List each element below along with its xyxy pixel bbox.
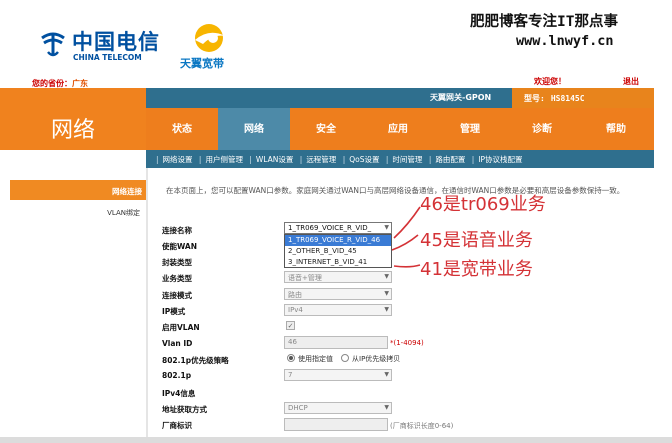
bottom-edge [0,437,672,443]
subnav-separator: | [198,155,202,164]
section-title: 网络 [50,118,95,143]
annotation-voice: 45是语音业务 [420,230,533,251]
tab-status[interactable]: 状态 [146,108,218,150]
annotation-tr069: 46是tr069业务 [420,194,546,215]
label-vendor-id: 厂商标识 [162,421,192,430]
subnav-wlan[interactable]: WLAN设置 [256,155,294,164]
subnav-qos[interactable]: QoS设置 [349,155,379,164]
subnav-separator: | [385,155,389,164]
subnav-remote[interactable]: 远程管理 [306,155,336,164]
tab-network[interactable]: 网络 [218,108,290,150]
china-telecom-en-name: CHINA TELECOM [73,53,142,62]
vlan-id-input[interactable]: 46 [284,336,388,349]
addr-mode-select[interactable]: DHCP [284,402,392,414]
china-telecom-cn-name: 中国电信 [72,29,160,54]
label-priority-policy: 802.1p优先级策略 [162,356,229,365]
tab-management[interactable]: 管理 [434,108,506,150]
ip-mode-select[interactable]: IPv4 [284,304,392,316]
tab-apps[interactable]: 应用 [362,108,434,150]
sub-nav: | 网络设置 | 用户侧管理 | WLAN设置 | 远程管理 | QoS设置 | 时间管理 … [146,150,654,168]
subnav-ip-stack[interactable]: IP协议栈配置 [478,155,522,164]
label-priority: 802.1p [162,371,192,380]
china-telecom-logo-icon [41,32,65,57]
province-value: 广东 [72,79,88,88]
conn-mode-select[interactable]: 路由 [284,288,392,300]
label-encap-type: 封装类型 [162,258,192,267]
sidebar-item-vlan-binding[interactable]: VLAN绑定 [10,208,140,218]
subnav-separator: | [471,155,475,164]
service-type-select[interactable]: 语音+管理 [284,271,392,283]
subnav-time[interactable]: 时间管理 [392,155,422,164]
priority-select[interactable]: 7 [284,369,392,381]
connection-name-select[interactable]: 1_TR069_VOICE_R_VID_ [284,222,392,234]
label-enable-wan: 使能WAN [162,242,198,251]
watermark-line-2: www.lnwyf.cn [516,33,614,49]
dropdown-option-internet[interactable]: 3_INTERNET_B_VID_41 [285,257,391,268]
vlan-id-hint: *(1-4094) [390,339,424,347]
subnav-routing[interactable]: 路由配置 [435,155,465,164]
label-enable-vlan: 启用VLAN [162,323,200,332]
priority-policy-opt2: 从IP优先级拷贝 [352,355,401,363]
annotation-internet: 41是宽带业务 [420,259,533,280]
vendor-id-hint: (厂商标识长度0-64) [390,422,454,430]
label-vlan-id: Vlan ID [162,339,193,348]
subnav-separator: | [249,155,252,164]
subnav-separator: | [299,155,303,164]
enable-vlan-checkbox[interactable]: ✓ [286,321,295,330]
dropdown-option-tr069[interactable]: 1_TR069_VOICE_R_VID_46 [285,235,391,246]
tab-security[interactable]: 安全 [290,108,362,150]
label-addr-mode: 地址获取方式 [162,405,207,414]
label-ipv4-info: IPv4信息 [162,389,196,398]
priority-policy-opt1: 使用指定值 [298,355,333,363]
watermark-line-1: 肥肥博客专注IT那点事 [470,14,618,30]
tianyi-broadband-text: 天翼宽带 [180,57,224,70]
label-connection-name: 连接名称 [162,226,192,235]
subnav-user-side[interactable]: 用户侧管理 [205,155,243,164]
label-ip-mode: IP模式 [162,307,186,316]
model-label: 型号: [524,94,545,103]
province-label: 您的省份： [32,79,72,88]
tianyi-logo-icon [195,24,225,52]
logout-link[interactable]: 退出 [623,76,639,87]
subnav-network-settings[interactable]: 网络设置 [163,155,193,164]
model-info: 型号: HS8145C [512,88,654,108]
priority-policy-radio-1[interactable] [287,354,295,362]
label-service-type: 业务类型 [162,274,192,283]
label-conn-mode: 连接模式 [162,291,192,300]
vendor-id-input[interactable] [284,418,388,431]
router-name: 天翼网关-GPON [430,93,492,102]
subnav-separator: | [156,155,159,164]
subnav-separator: | [428,155,432,164]
main-nav: 状态 网络 安全 应用 管理 诊断 帮助 [146,108,654,150]
model-value: HS8145C [550,94,585,103]
welcome-text: 欢迎您！ [534,77,566,86]
tab-diagnostics[interactable]: 诊断 [506,108,578,150]
connection-name-dropdown-list: 1_TR069_VOICE_R_VID_46 2_OTHER_B_VID_45 … [284,234,392,268]
sidebar-divider [146,168,148,443]
tab-help[interactable]: 帮助 [578,108,654,150]
priority-policy-radio-2[interactable] [341,354,349,362]
subnav-separator: | [342,155,346,164]
sidebar-item-network-connection[interactable]: 网络连接 [10,180,146,200]
dropdown-option-other[interactable]: 2_OTHER_B_VID_45 [285,246,391,257]
